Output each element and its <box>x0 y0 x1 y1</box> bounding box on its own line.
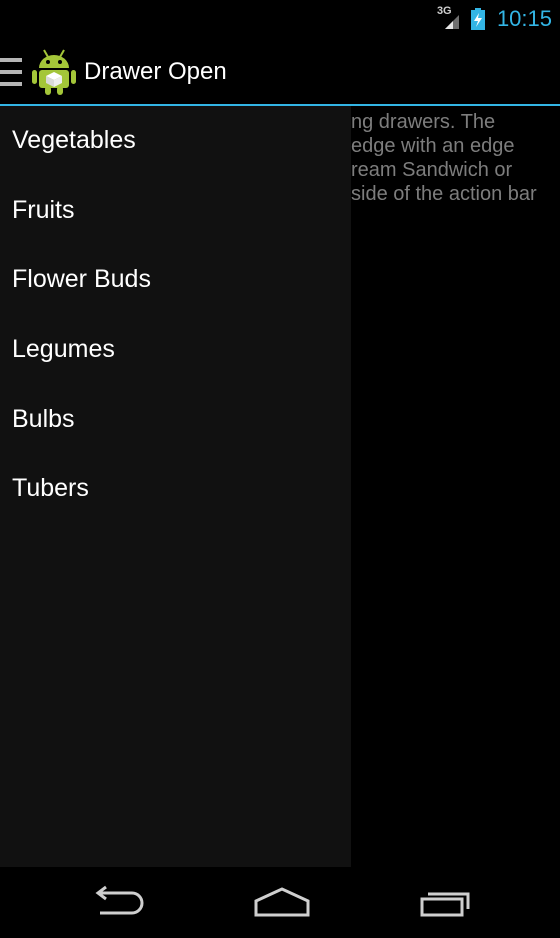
drawer-item-fruits[interactable]: Fruits <box>0 176 351 246</box>
back-button[interactable] <box>88 885 148 921</box>
action-bar: Drawer Open <box>0 38 560 104</box>
action-bar-title: Drawer Open <box>84 58 227 85</box>
status-icons: 3G 10:15 <box>436 4 552 34</box>
navigation-drawer[interactable]: Vegetables Fruits Flower Buds Legumes Bu… <box>0 106 351 867</box>
signal-icon: 3G <box>436 5 463 31</box>
system-navigation-bar <box>0 867 560 938</box>
back-icon <box>95 885 144 915</box>
battery-icon <box>470 8 485 30</box>
network-type-label: 3G <box>436 5 452 17</box>
content-line: ream Sandwich or <box>351 159 513 181</box>
home-icon <box>254 887 310 917</box>
recent-apps-icon <box>420 892 470 917</box>
content-line: edge with an edge <box>351 135 515 157</box>
status-bar: 3G 10:15 <box>0 0 560 38</box>
drawer-item-tubers[interactable]: Tubers <box>0 454 351 524</box>
home-button[interactable] <box>252 885 312 921</box>
drawer-item-legumes[interactable]: Legumes <box>0 315 351 385</box>
content-line: side of the action bar <box>351 183 537 205</box>
content-line: ng drawers. The <box>351 111 496 133</box>
drawer-toggle-icon[interactable] <box>0 58 24 86</box>
drawer-item-vegetables[interactable]: Vegetables <box>0 106 351 176</box>
content-text: ng drawers. The edge with an edge ream S… <box>351 110 560 206</box>
drawer-item-bulbs[interactable]: Bulbs <box>0 384 351 454</box>
app-icon[interactable] <box>32 48 76 96</box>
recent-apps-button[interactable] <box>416 885 476 921</box>
drawer-item-flower-buds[interactable]: Flower Buds <box>0 245 351 315</box>
status-clock: 10:15 <box>496 6 552 31</box>
